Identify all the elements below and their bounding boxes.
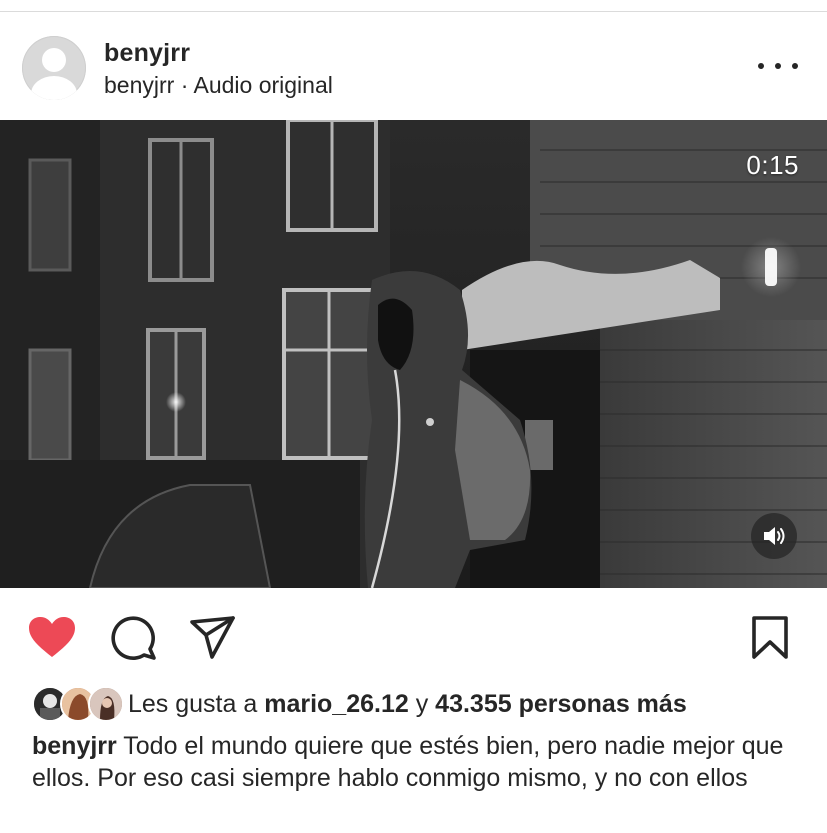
avatar-placeholder-body [31,76,77,100]
post-username[interactable]: benyjrr [104,39,190,68]
liker-avatars [32,686,124,722]
video-time-remaining: 0:15 [746,150,799,180]
dot [775,63,781,69]
video-frame [0,120,827,588]
dot [758,63,764,69]
bookmark-icon[interactable] [751,616,789,665]
caption-text: Todo el mundo quiere que estés bien, per… [32,732,784,792]
likes-prefix: Les gusta a [128,690,265,718]
speaker-icon[interactable] [751,513,797,559]
post-video[interactable]: 0:15 [0,120,827,588]
subtitle-username[interactable]: benyjrr [104,72,174,98]
post-subtitle: benyjrr · Audio original [104,72,333,99]
comment-icon[interactable] [110,616,156,665]
send-icon[interactable] [190,616,236,665]
post-header: benyjrr benyjrr · Audio original [0,12,827,120]
avatar-placeholder-head [42,48,66,72]
liker-avatar [88,686,124,722]
more-options-icon[interactable] [758,52,798,80]
likes-count[interactable]: 43.355 personas más [435,690,687,718]
likes-user[interactable]: mario_26.12 [264,690,409,718]
action-bar [0,588,827,684]
audio-link[interactable]: Audio original [193,72,332,98]
subtitle-separator: · [174,72,194,98]
likes-joiner: y [408,690,436,718]
dot [792,63,798,69]
likes-text: Les gusta a mario_26.12 y 43.355 persona… [128,690,687,719]
likes-summary[interactable]: Les gusta a mario_26.12 y 43.355 persona… [32,686,812,724]
heart-filled-icon[interactable] [28,616,76,663]
caption-username[interactable]: benyjrr [32,732,117,760]
avatar[interactable] [22,36,86,100]
post-caption: benyjrr Todo el mundo quiere que estés b… [32,730,802,794]
